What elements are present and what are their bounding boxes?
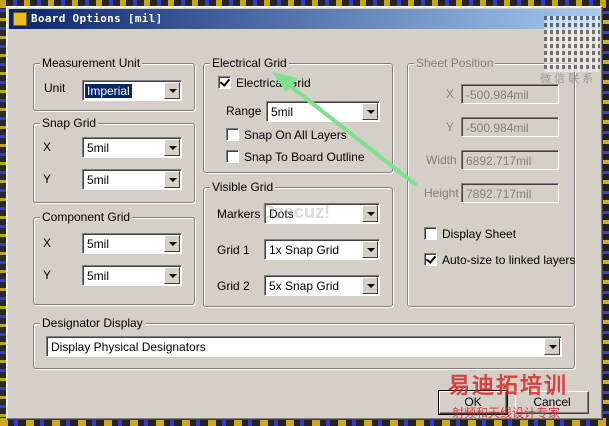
sheet-position-legend: Sheet Position: [414, 56, 496, 70]
grid1-value: 1x Snap Grid: [269, 243, 340, 257]
snap-grid-group: Snap Grid X 5mil Y 5mil: [33, 116, 195, 203]
snap-grid-x-select[interactable]: 5mil: [82, 137, 182, 158]
range-select[interactable]: 5mil: [266, 101, 380, 122]
measurement-unit-group: Measurement Unit Unit Imperial: [33, 56, 195, 111]
sheet-x-field[interactable]: -500.984mil: [461, 84, 559, 104]
chevron-down-icon[interactable]: [164, 171, 180, 188]
sheet-height-label: Height: [424, 186, 459, 200]
component-grid-legend: Component Grid: [40, 210, 133, 224]
component-grid-group: Component Grid X 5mil Y 5mil: [33, 210, 195, 305]
electrical-grid-group: Electrical Grid Electrical Grid Range 5m…: [203, 56, 393, 173]
sheet-height-value: 7892.717mil: [466, 187, 532, 201]
electrical-grid-legend: Electrical Grid: [210, 56, 289, 70]
grid1-select[interactable]: 1x Snap Grid: [264, 239, 380, 260]
sheet-x-label: X: [446, 87, 455, 101]
watermark: Dzscuz!: [262, 202, 331, 222]
markers-label: Markers: [217, 207, 261, 221]
electrical-grid-checkbox[interactable]: Electrical Grid: [218, 75, 338, 91]
unit-select[interactable]: Imperial: [82, 80, 182, 101]
brand-name: 易迪拓培训: [448, 373, 569, 398]
chevron-down-icon[interactable]: [164, 267, 180, 284]
sheet-width-field[interactable]: 6892.717mil: [461, 150, 559, 170]
grid2-select[interactable]: 5x Snap Grid: [264, 275, 380, 296]
component-grid-x-label: X: [43, 236, 52, 250]
chevron-down-icon[interactable]: [362, 205, 378, 222]
checkbox-box[interactable]: [226, 128, 239, 141]
chevron-down-icon[interactable]: [544, 338, 560, 355]
display-sheet-label: Display Sheet: [442, 227, 517, 241]
sheet-y-value: -500.984mil: [466, 121, 529, 135]
grid2-label: Grid 2: [217, 279, 250, 293]
checkbox-box[interactable]: [424, 253, 437, 266]
auto-size-label: Auto-size to linked layers: [442, 253, 576, 267]
snap-on-all-layers-label: Snap On All Layers: [244, 128, 347, 142]
measurement-unit-legend: Measurement Unit: [40, 56, 143, 70]
electrical-grid-checkbox-label: Electrical Grid: [236, 76, 311, 90]
display-sheet-checkbox[interactable]: Display Sheet: [424, 226, 544, 242]
range-value: 5mil: [271, 105, 294, 119]
sheet-width-label: Width: [426, 153, 457, 167]
snap-to-board-outline-checkbox[interactable]: Snap To Board Outline: [226, 149, 386, 165]
component-grid-x-select[interactable]: 5mil: [82, 233, 182, 254]
visible-grid-legend: Visible Grid: [210, 180, 276, 194]
qr-code: [544, 16, 600, 72]
sheet-height-field[interactable]: 7892.717mil: [461, 183, 559, 203]
brand-subtitle: 射频和天线设计专家: [452, 406, 561, 420]
snap-grid-x-value: 5mil: [87, 141, 110, 155]
snap-to-board-outline-label: Snap To Board Outline: [244, 150, 365, 164]
component-grid-x-value: 5mil: [87, 237, 110, 251]
sheet-x-value: -500.984mil: [466, 88, 529, 102]
unit-value: Imperial: [85, 84, 132, 98]
auto-size-checkbox[interactable]: Auto-size to linked layers: [424, 252, 576, 268]
sheet-y-field[interactable]: -500.984mil: [461, 117, 559, 137]
checkbox-box[interactable]: [226, 150, 239, 163]
chevron-down-icon[interactable]: [362, 241, 378, 258]
component-grid-y-select[interactable]: 5mil: [82, 265, 182, 286]
chevron-down-icon[interactable]: [164, 235, 180, 252]
designator-display-legend: Designator Display: [40, 316, 145, 330]
qr-caption: 微 信 联 系: [540, 73, 594, 85]
sheet-position-group: Sheet Position X -500.984mil Y -500.984m…: [407, 56, 576, 307]
chevron-down-icon[interactable]: [362, 103, 378, 120]
unit-label: Unit: [44, 81, 66, 95]
snap-grid-y-value: 5mil: [87, 173, 110, 187]
chevron-down-icon[interactable]: [164, 82, 180, 99]
checkbox-box[interactable]: [424, 227, 437, 240]
snap-grid-legend: Snap Grid: [40, 116, 99, 130]
snap-on-all-layers-checkbox[interactable]: Snap On All Layers: [226, 127, 366, 143]
snap-grid-x-label: X: [43, 140, 52, 154]
sheet-y-label: Y: [446, 120, 455, 134]
window-title: Board Options [mil]: [31, 12, 163, 25]
chevron-down-icon[interactable]: [164, 139, 180, 156]
snap-grid-y-label: Y: [43, 172, 52, 186]
snap-grid-y-select[interactable]: 5mil: [82, 169, 182, 190]
designator-display-group: Designator Display Display Physical Desi…: [33, 316, 575, 369]
designator-display-select[interactable]: Display Physical Designators: [46, 336, 562, 357]
designator-display-value: Display Physical Designators: [51, 340, 206, 354]
checkbox-box[interactable]: [218, 76, 231, 89]
chevron-down-icon[interactable]: [362, 277, 378, 294]
title-bar[interactable]: Board Options [mil]: [9, 9, 600, 29]
sheet-width-value: 6892.717mil: [466, 154, 532, 168]
range-label: Range: [226, 104, 262, 118]
grid1-label: Grid 1: [217, 243, 250, 257]
component-grid-y-label: Y: [43, 268, 52, 282]
component-grid-y-value: 5mil: [87, 269, 110, 283]
grid2-value: 5x Snap Grid: [269, 279, 340, 293]
app-icon: [13, 12, 27, 26]
